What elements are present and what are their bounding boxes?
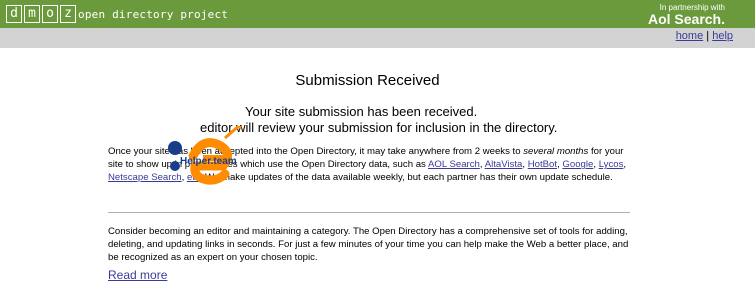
p1-emphasis: several months (523, 146, 589, 157)
watermark-text: Helper.team (180, 156, 237, 167)
partner-link-aol-search[interactable]: AOL Search (428, 159, 480, 170)
page-title: Submission Received (295, 72, 440, 89)
logo-letter: z (60, 5, 76, 23)
partner-link-google[interactable]: Google (562, 159, 593, 170)
partner-link-altavista[interactable]: AltaVista (485, 159, 523, 170)
help-link[interactable]: help (712, 30, 733, 42)
logo-letter: d (6, 5, 22, 23)
p1-text-c: We make updates of the data available we… (202, 172, 613, 184)
nav-bar: home | help (0, 28, 755, 48)
confirmation-line-1: Your site submission has been received. (245, 104, 478, 119)
divider (108, 212, 630, 213)
read-more-link[interactable]: Read more (108, 268, 167, 282)
dmoz-logo[interactable]: d m o z (6, 5, 76, 23)
partner-logo[interactable]: In partnership with Aol Search. (648, 3, 725, 27)
partner-link-lycos[interactable]: Lycos (599, 159, 624, 170)
home-link[interactable]: home (676, 30, 704, 42)
editor-paragraph: Consider becoming an editor and maintain… (108, 226, 629, 264)
nav-separator: | (706, 30, 710, 42)
nav-links: home | help (676, 30, 733, 42)
logo-letter: m (24, 5, 40, 23)
confirmation-line-2: editor will review your submission for i… (200, 120, 558, 135)
partner-link-hotbot[interactable]: HotBot (528, 159, 557, 170)
partner-name: Aol Search. (647, 11, 725, 27)
main-content: Submission Received Your site submission… (0, 48, 755, 282)
logo-letter: o (42, 5, 58, 23)
project-name: open directory project (78, 8, 229, 21)
top-header-bar: d m o z open directory project In partne… (0, 0, 755, 28)
